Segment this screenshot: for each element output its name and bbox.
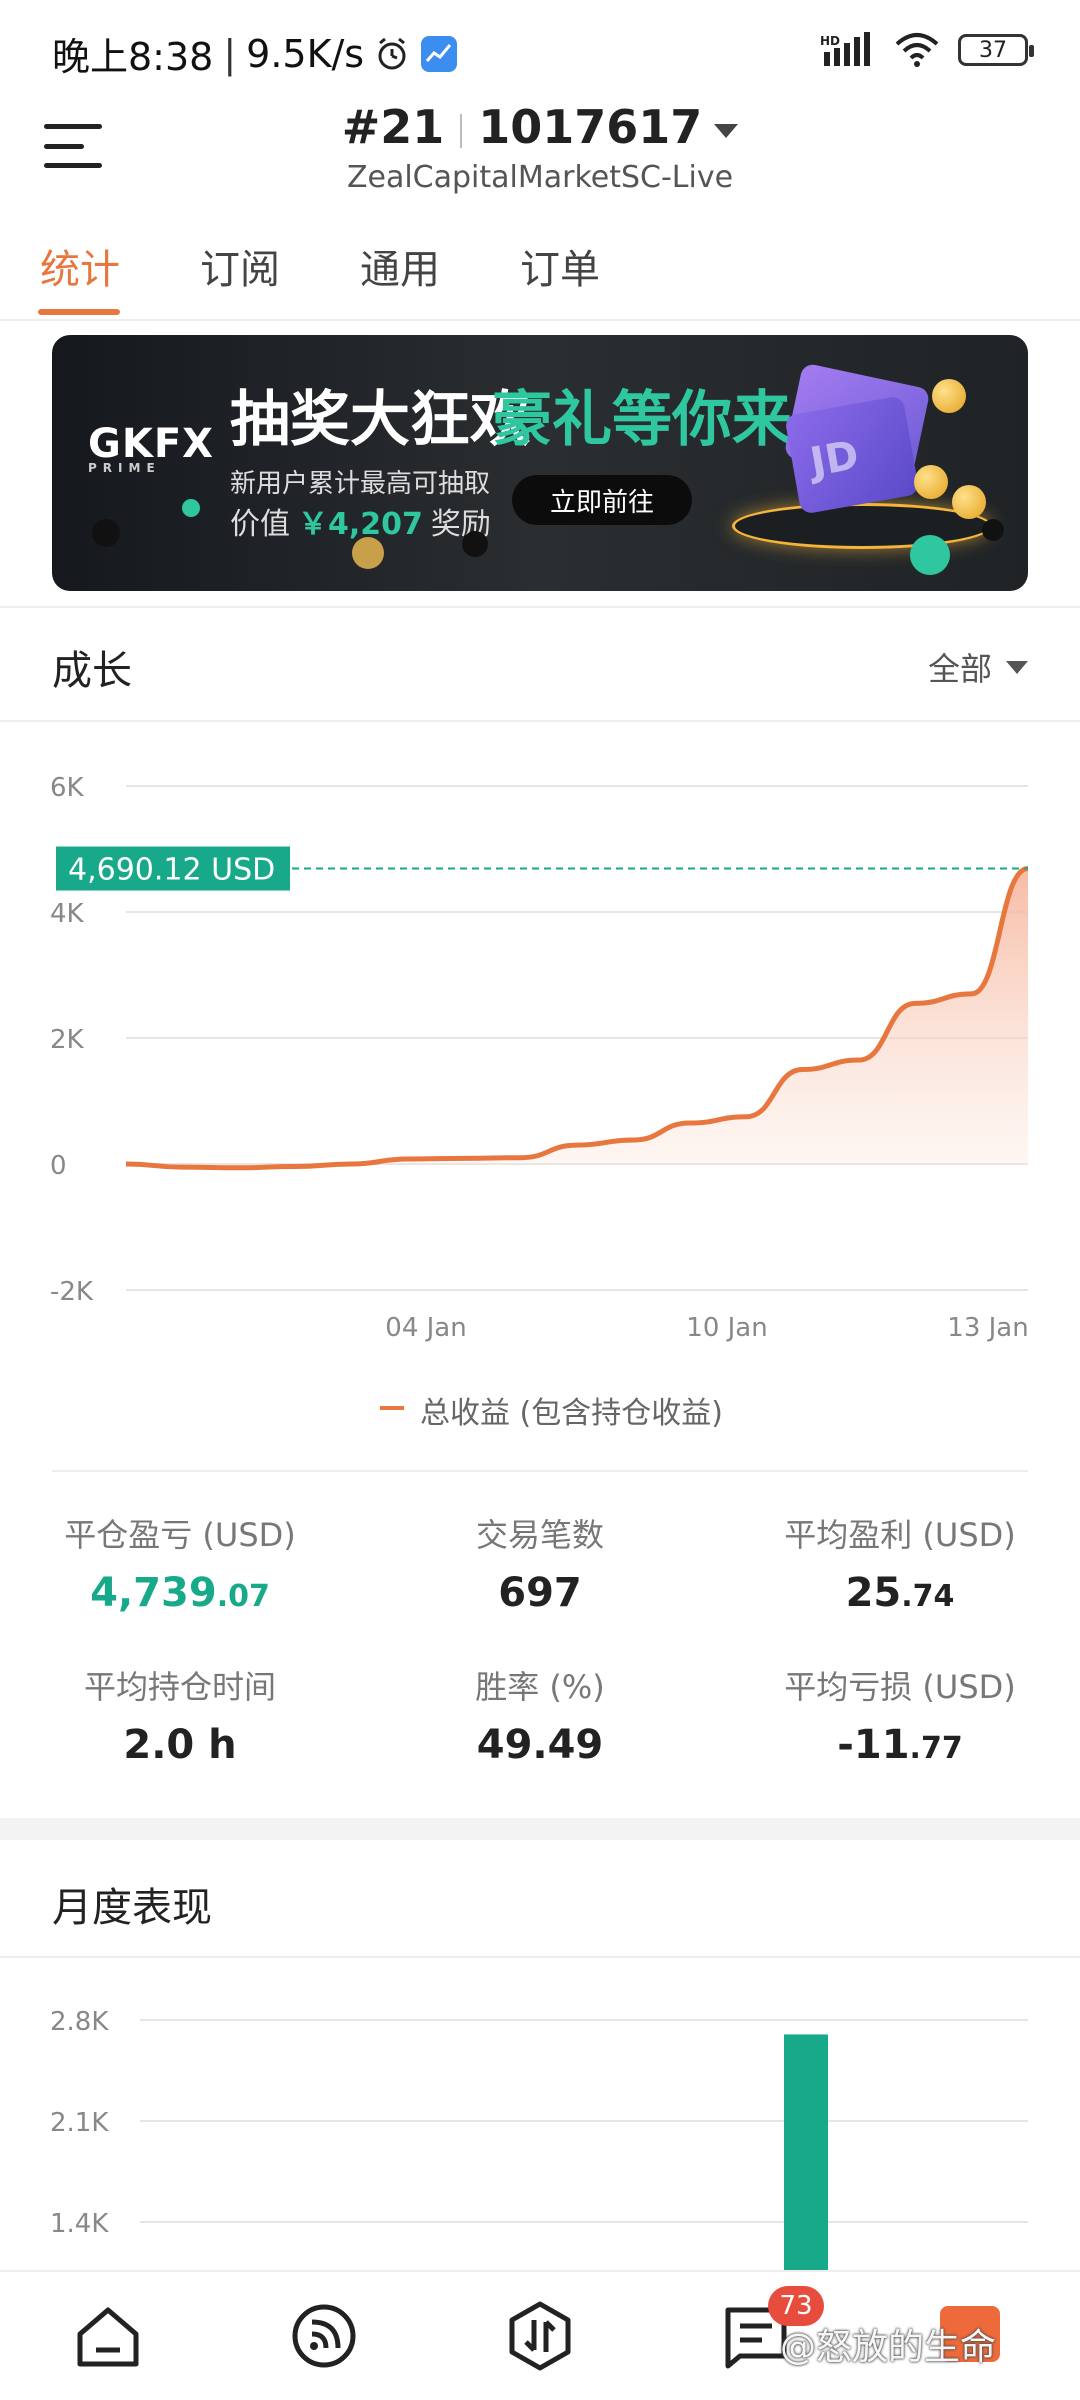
tab-general[interactable]: 通用 xyxy=(360,237,440,295)
banner-value: 价值 ￥4,207 奖励 xyxy=(230,507,491,542)
tab-bar: 统计 订阅 通用 订单 xyxy=(0,225,1080,321)
app-chart-icon xyxy=(421,35,458,72)
monthly-chart: 2.8K 2.1K 1.4K xyxy=(50,2007,1028,2270)
account-selector[interactable]: #21 1017617 xyxy=(0,100,1080,154)
x-tick-label: 13 Jan xyxy=(947,1313,1028,1343)
divider xyxy=(0,720,1080,722)
divider xyxy=(0,1956,1080,1958)
growth-chart: 6K 4K 2K 0 -2K 4,690.12 USD 04 Jan 10 Jan 13 J… xyxy=(50,773,1029,1410)
y-tick-label: 2K xyxy=(50,1025,85,1055)
coin-graphic xyxy=(914,465,948,499)
stat-label: 交易笔数 xyxy=(475,1516,604,1554)
monthly-bar xyxy=(784,2034,828,2270)
trade-icon[interactable] xyxy=(504,2300,576,2372)
legend-swatch xyxy=(380,1406,404,1410)
stat-win-rate: 胜率 (%) 49.49 xyxy=(360,1662,720,1768)
account-number: 1017617 xyxy=(478,100,703,154)
watermark-text: @怒放的生命 xyxy=(780,2327,997,2368)
growth-header: 成长 全部 xyxy=(0,608,1080,718)
stat-label: 平仓盈亏 (USD) xyxy=(64,1516,296,1554)
y-tick-label: 2.8K xyxy=(50,2007,109,2037)
stat-label: 平均盈利 (USD) xyxy=(784,1516,1016,1554)
y-tick-label: -2K xyxy=(50,1277,94,1307)
divider xyxy=(52,1470,1028,1472)
bottom-nav: 73 @怒放的生命 xyxy=(0,2270,1080,2400)
svg-text:HD: HD xyxy=(820,34,840,48)
stat-value: 697 xyxy=(498,1570,582,1616)
x-tick-label: 04 Jan xyxy=(385,1313,466,1343)
ball-graphic xyxy=(352,537,384,569)
battery-level: 37 xyxy=(979,37,1007,63)
coin-graphic xyxy=(932,379,966,413)
stat-value: 25.74 xyxy=(845,1570,955,1616)
stat-avg-hold-time: 平均持仓时间 2.0 h xyxy=(0,1662,360,1768)
account-index: #21 xyxy=(341,100,445,154)
ball-graphic xyxy=(92,519,120,547)
chevron-down-icon xyxy=(714,123,739,138)
promo-banner[interactable]: GKFX PRIME 抽奖大狂欢 豪礼等你来 新用户累计最高可抽取 价值 ￥4,2… xyxy=(52,335,1028,591)
wifi-icon xyxy=(895,33,939,67)
account-separator xyxy=(460,113,463,148)
stat-avg-profit: 平均盈利 (USD) 25.74 xyxy=(720,1510,1080,1616)
growth-title: 成长 xyxy=(52,648,132,694)
tab-orders[interactable]: 订单 xyxy=(520,237,600,295)
range-filter[interactable]: 全部 xyxy=(928,644,1028,690)
monthly-header: 月度表现 xyxy=(0,1845,1080,1955)
ball-graphic xyxy=(182,499,200,517)
current-value-label: 4,690.12 USD xyxy=(68,853,275,888)
banner-subtitle: 新用户累计最高可抽取 xyxy=(230,469,491,499)
stat-value: 2.0 h xyxy=(123,1722,237,1768)
stat-label: 平均持仓时间 xyxy=(83,1668,276,1706)
stat-avg-loss: 平均亏损 (USD) -11.77 xyxy=(720,1662,1080,1768)
x-tick-label: 10 Jan xyxy=(686,1313,767,1343)
alarm-icon xyxy=(378,37,406,69)
range-filter-label: 全部 xyxy=(927,650,992,688)
banner-logo: GKFX PRIME xyxy=(88,421,214,475)
banner-go-button[interactable]: 立即前往 xyxy=(512,475,692,525)
section-gap xyxy=(0,1818,1080,1840)
y-tick-label: 6K xyxy=(50,773,85,803)
y-tick-label: 1.4K xyxy=(50,2209,109,2239)
status-time: 晚上8:38 xyxy=(52,35,214,79)
stat-value: 49.49 xyxy=(476,1722,604,1768)
banner-title-green: 豪礼等你来 xyxy=(492,385,792,455)
y-tick-label: 2.1K xyxy=(50,2108,109,2138)
signal-icon: HD xyxy=(820,32,870,66)
stat-label: 胜率 (%) xyxy=(475,1668,605,1706)
stat-closed-pnl: 平仓盈亏 (USD) 4,739.07 xyxy=(0,1510,360,1616)
ball-graphic xyxy=(462,531,488,557)
status-right: HD 37 xyxy=(820,32,1034,68)
legend-label: 总收益 (包含持仓收益) xyxy=(420,1396,723,1431)
monthly-title: 月度表现 xyxy=(52,1885,212,1931)
header: #21 1017617 ZealCapitalMarketSC-Live xyxy=(0,100,1080,210)
banner-card-graphic xyxy=(784,395,920,515)
ball-graphic xyxy=(910,535,950,575)
active-tab-indicator xyxy=(38,309,120,315)
feed-icon[interactable] xyxy=(288,2300,360,2372)
caret-down-icon xyxy=(1006,660,1028,674)
tab-statistics[interactable]: 统计 xyxy=(40,237,120,295)
server-name: ZealCapitalMarketSC-Live xyxy=(346,160,734,195)
y-tick-label: 0 xyxy=(50,1151,67,1181)
coin-graphic xyxy=(952,485,986,519)
stat-label: 平均亏损 (USD) xyxy=(784,1668,1016,1706)
status-left: 晚上8:38 | 9.5K/s xyxy=(52,26,458,81)
stat-trade-count: 交易笔数 697 xyxy=(360,1510,720,1616)
stat-value: -11.77 xyxy=(837,1722,963,1768)
banner-title-white: 抽奖大狂欢 xyxy=(230,385,530,455)
home-icon[interactable] xyxy=(72,2300,144,2372)
battery-icon: 37 xyxy=(958,34,1034,66)
status-bar: 晚上8:38 | 9.5K/s HD 37 xyxy=(0,0,1080,100)
status-speed: 9.5K/s xyxy=(246,31,365,76)
tab-subscribe[interactable]: 订阅 xyxy=(200,237,280,295)
stat-value: 4,739.07 xyxy=(90,1570,270,1616)
ball-graphic xyxy=(982,519,1004,541)
y-tick-label: 4K xyxy=(50,899,85,929)
status-separator: | xyxy=(223,31,237,76)
